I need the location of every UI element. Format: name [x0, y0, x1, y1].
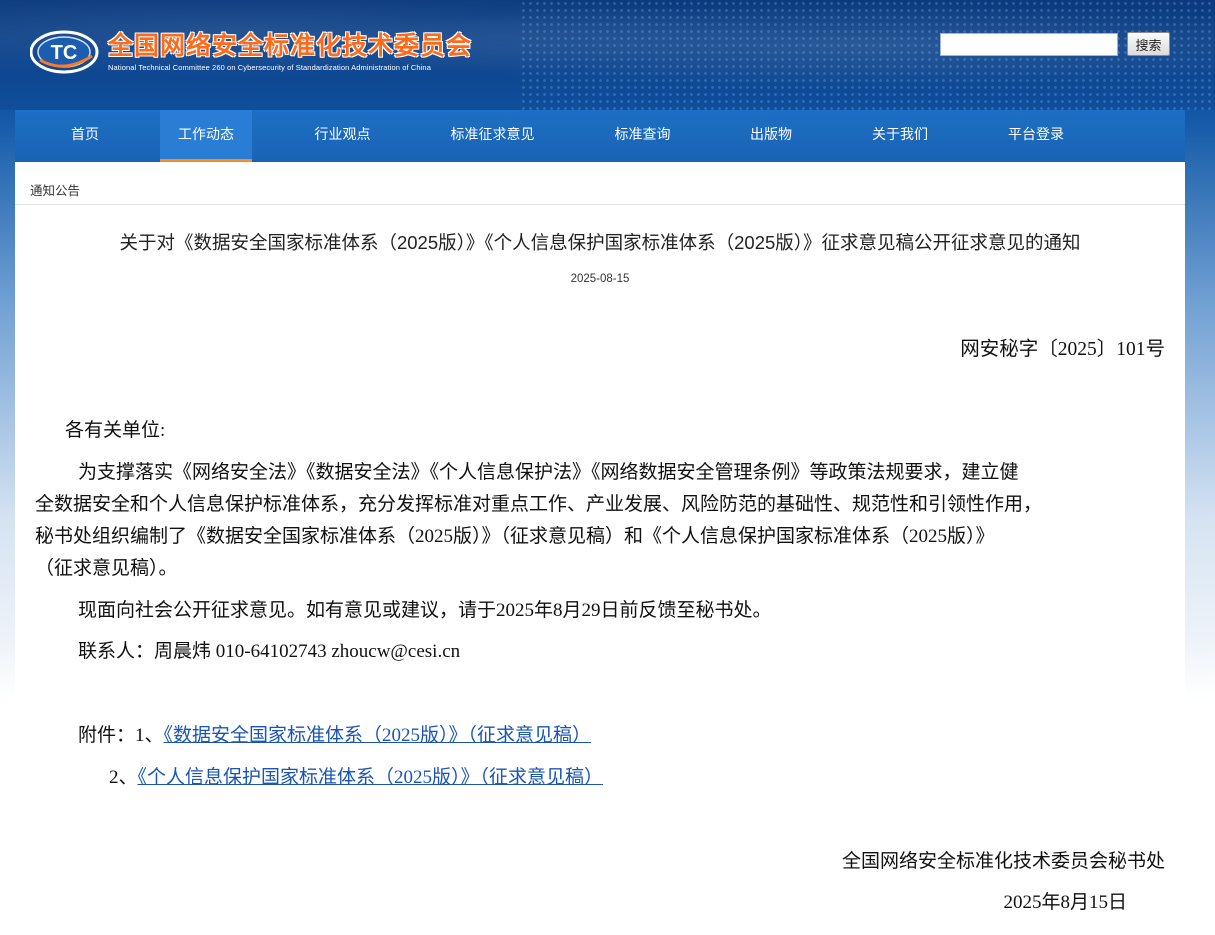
- attachment-link-data-security[interactable]: 《数据安全国家标准体系（2025版）》（征求意见稿）: [164, 725, 592, 746]
- nav-item-standard-comments[interactable]: 标准征求意见: [420, 110, 565, 162]
- attachment-link-personal-info[interactable]: 《个人信息保护国家标准体系（2025版）》（征求意见稿）: [138, 767, 604, 788]
- body-line-1: 为支撑落实《网络安全法》《数据安全法》《个人信息保护法》《网络数据安全管理条例》…: [78, 462, 1019, 483]
- body-line-4: （征求意见稿）。: [35, 558, 178, 579]
- article-title: 关于对《数据安全国家标准体系（2025版）》《个人信息保护国家标准体系（2025…: [119, 232, 1081, 253]
- article-date: 2025-08-15: [570, 273, 630, 285]
- tc-logo-icon: TC: [29, 30, 102, 74]
- contact-text: 联系人：周晨炜 010-64102743 zhoucw@cesi.cn: [78, 641, 461, 662]
- article-container: 通知公告 关于对《数据安全国家标准体系（2025版）》《个人信息保护国家标准体系…: [15, 162, 1185, 935]
- attachment-line-2: 2、《个人信息保护国家标准体系（2025版）》（征求意见稿）: [109, 762, 603, 789]
- main-nav: 首页 工作动态 行业观点 标准征求意见 标准查询 出版物 关于我们 平台登录: [15, 110, 1185, 162]
- search-input[interactable]: [940, 33, 1118, 56]
- attachments-label: 附件：1、: [78, 725, 164, 746]
- notice-text: 现面向社会公开征求意见。如有意见或建议，请于2025年8月29日前反馈至秘书处。: [78, 600, 772, 621]
- attachment-2-prefix: 2、: [109, 767, 138, 788]
- body-line-2: 全数据安全和个人信息保护标准体系，充分发挥标准对重点工作、产业发展、风险防范的基…: [35, 494, 1043, 515]
- svg-text:TC: TC: [51, 42, 78, 64]
- document-number: 网安秘字〔2025〕101号: [960, 339, 1165, 360]
- nav-item-standard-query[interactable]: 标准查询: [580, 110, 705, 162]
- breadcrumb: 通知公告: [15, 162, 1185, 205]
- signature-date: 2025年8月15日: [1003, 892, 1127, 913]
- salutation: 各有关单位:: [65, 420, 166, 441]
- site-logo[interactable]: TC 全国网络安全标准化技术委员会 National Technical Com…: [29, 30, 473, 74]
- nav-item-about-us[interactable]: 关于我们: [850, 110, 950, 162]
- search-button[interactable]: 搜索: [1127, 32, 1170, 56]
- nav-item-work-news[interactable]: 工作动态: [160, 110, 252, 162]
- site-title: 全国网络安全标准化技术委员会: [108, 32, 473, 60]
- signature: 全国网络安全标准化技术委员会秘书处: [841, 851, 1165, 872]
- nav-item-platform-login[interactable]: 平台登录: [985, 110, 1087, 162]
- attachment-line-1: 附件：1、《数据安全国家标准体系（2025版）》（征求意见稿）: [78, 720, 591, 747]
- body-line-3: 秘书处组织编制了《数据安全国家标准体系（2025版）》（征求意见稿）和《个人信息…: [35, 526, 995, 547]
- site-subtitle: National Technical Committee 260 on Cybe…: [108, 63, 431, 72]
- nav-item-industry-views[interactable]: 行业观点: [280, 110, 405, 162]
- nav-item-publications[interactable]: 出版物: [720, 110, 822, 162]
- breadcrumb-current[interactable]: 通知公告: [30, 180, 80, 199]
- nav-item-home[interactable]: 首页: [15, 110, 155, 162]
- site-header: TC 全国网络安全标准化技术委员会 National Technical Com…: [0, 0, 1215, 110]
